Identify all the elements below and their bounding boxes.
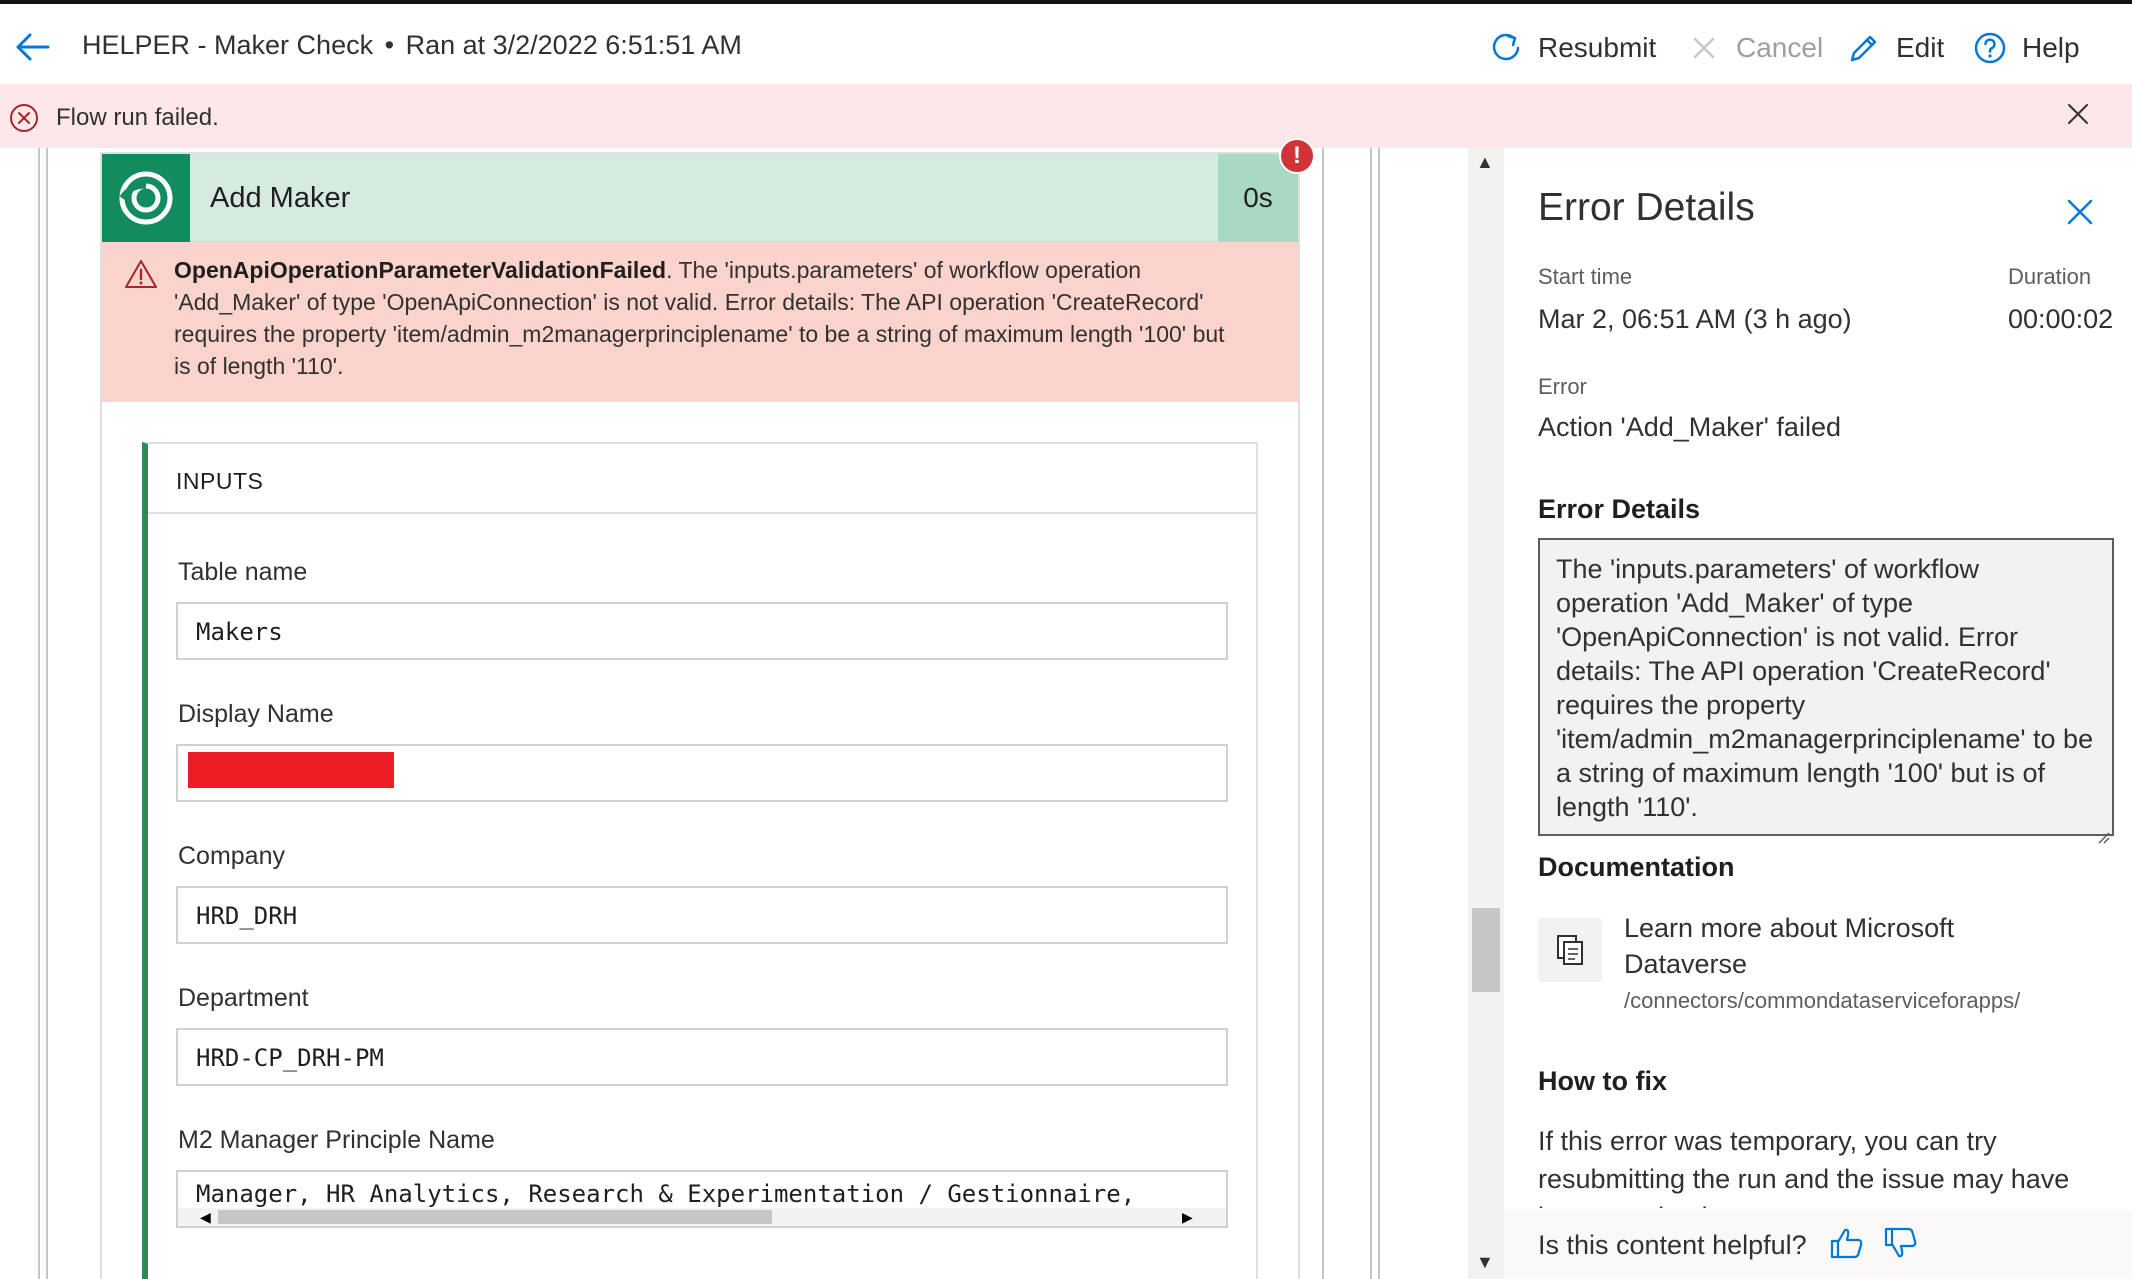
duration-value: 00:00:02 — [2008, 304, 2114, 334]
documentation-link[interactable]: Learn more about Microsoft Dataverse — [1624, 910, 2084, 982]
action-card-header[interactable]: Add Maker 0s — [102, 154, 1298, 242]
scroll-left-arrow-icon[interactable]: ◀ — [200, 1208, 211, 1226]
error-label: Error — [1538, 374, 1587, 399]
error-details-text: The 'inputs.parameters' of workflow oper… — [1556, 554, 2094, 822]
cancel-button[interactable]: Cancel — [1686, 28, 1823, 68]
error-banner: Flow run failed. — [0, 84, 2132, 148]
canvas-vertical-scrollbar[interactable]: ▲ ▼ — [1468, 148, 1504, 1279]
inputs-section: INPUTS Table name Makers Display Name Co… — [142, 442, 1258, 1279]
cancel-label: Cancel — [1736, 32, 1824, 63]
help-icon — [1972, 30, 2008, 66]
resize-grip-icon[interactable] — [2096, 818, 2110, 844]
thumbs-down-icon[interactable] — [1882, 1224, 1920, 1262]
refresh-icon — [1488, 30, 1524, 66]
field-m2-manager[interactable]: Manager, HR Analytics, Research & Experi… — [176, 1170, 1228, 1228]
field-label-table-name: Table name — [178, 558, 308, 586]
documentation-heading: Documentation — [1538, 852, 1735, 882]
inputs-header[interactable]: INPUTS — [148, 444, 1256, 514]
start-time-value: Mar 2, 06:51 AM (3 h ago) — [1538, 304, 1852, 334]
feedback-question: Is this content helpful? — [1538, 1230, 1807, 1260]
field-value: HRD_DRH — [196, 902, 298, 930]
edit-label: Edit — [1896, 32, 1945, 63]
field-label-department: Department — [178, 984, 309, 1012]
error-details-pane: Error Details Start time Mar 2, 06:51 AM… — [1504, 148, 2132, 1279]
field-label-m2-manager: M2 Manager Principle Name — [178, 1126, 495, 1154]
scrollbar-thumb[interactable] — [218, 1210, 772, 1224]
field-value: HRD-CP_DRH-PM — [196, 1044, 384, 1072]
inputs-title: INPUTS — [176, 468, 264, 494]
scope-border — [46, 148, 48, 1279]
error-details-textarea[interactable]: The 'inputs.parameters' of workflow oper… — [1538, 538, 2114, 844]
scope-border — [1322, 148, 1324, 1279]
resubmit-button[interactable]: Resubmit — [1488, 28, 1656, 68]
action-card-add-maker: Add Maker 0s OpenApiOperationParameterVa… — [100, 152, 1300, 1279]
error-circle-icon — [8, 102, 40, 134]
scroll-down-arrow-icon[interactable]: ▼ — [1476, 1252, 1494, 1273]
field-value: Makers — [196, 618, 283, 646]
start-time-label: Start time — [1538, 264, 1633, 289]
banner-close-icon[interactable] — [2064, 100, 2092, 128]
error-code: OpenApiOperationParameterValidationFaile… — [174, 257, 667, 283]
error-badge-icon: ! — [1279, 138, 1315, 174]
title-separator: • — [384, 30, 395, 60]
error-details-heading: Error Details — [1538, 494, 1701, 524]
redacted-value — [188, 752, 394, 788]
help-button[interactable]: Help — [1972, 28, 2080, 68]
scroll-right-arrow-icon[interactable]: ▶ — [1182, 1208, 1193, 1226]
field-display-name[interactable] — [176, 744, 1228, 802]
field-department[interactable]: HRD-CP_DRH-PM — [176, 1028, 1228, 1086]
field-label-company: Company — [178, 842, 285, 870]
banner-message: Flow run failed. — [56, 104, 219, 131]
horizontal-scrollbar[interactable]: ◀ ▶ — [178, 1208, 1226, 1226]
duration-label: Duration — [2008, 264, 2092, 289]
help-label: Help — [2022, 32, 2080, 63]
how-to-fix-text: If this error was temporary, you can try… — [1538, 1126, 2070, 1208]
pencil-icon — [1846, 30, 1882, 66]
documentation-url: /connectors/commondataserviceforapps/ — [1624, 988, 2021, 1013]
field-label-display-name: Display Name — [178, 700, 334, 728]
run-canvas: Add Maker 0s OpenApiOperationParameterVa… — [0, 148, 1460, 1279]
scroll-up-arrow-icon[interactable]: ▲ — [1476, 152, 1494, 173]
scope-border — [1378, 148, 1380, 1279]
edit-button[interactable]: Edit — [1846, 28, 1944, 68]
error-value: Action 'Add_Maker' failed — [1538, 412, 1841, 442]
dataverse-logo-icon — [102, 154, 190, 242]
error-text: OpenApiOperationParameterValidationFaile… — [174, 254, 1234, 382]
action-title: Add Maker — [210, 182, 351, 214]
scope-border — [1370, 148, 1372, 1279]
document-icon — [1538, 918, 1602, 982]
action-error-message: OpenApiOperationParameterValidationFaile… — [102, 242, 1298, 402]
scope-border — [38, 148, 40, 1279]
field-value: Manager, HR Analytics, Research & Experi… — [196, 1180, 1136, 1208]
back-arrow-icon[interactable] — [12, 26, 54, 68]
cancel-x-icon — [1686, 30, 1722, 66]
field-table-name[interactable]: Makers — [176, 602, 1228, 660]
how-to-fix-heading: How to fix — [1538, 1066, 1667, 1096]
thumbs-up-icon[interactable] — [1828, 1224, 1866, 1262]
warning-icon — [124, 258, 158, 290]
page-title: HELPER - Maker Check • Ran at 3/2/2022 6… — [82, 30, 742, 61]
command-bar: HELPER - Maker Check • Ran at 3/2/2022 6… — [0, 0, 2132, 84]
field-company[interactable]: HRD_DRH — [176, 886, 1228, 944]
run-info: Ran at 3/2/2022 6:51:51 AM — [405, 30, 742, 60]
flow-name: HELPER - Maker Check — [82, 30, 374, 60]
resubmit-label: Resubmit — [1538, 32, 1657, 63]
scrollbar-thumb[interactable] — [1472, 908, 1500, 992]
feedback-bar: Is this content helpful? — [1504, 1210, 2132, 1279]
close-icon[interactable] — [2064, 196, 2096, 228]
pane-title: Error Details — [1538, 186, 1755, 229]
